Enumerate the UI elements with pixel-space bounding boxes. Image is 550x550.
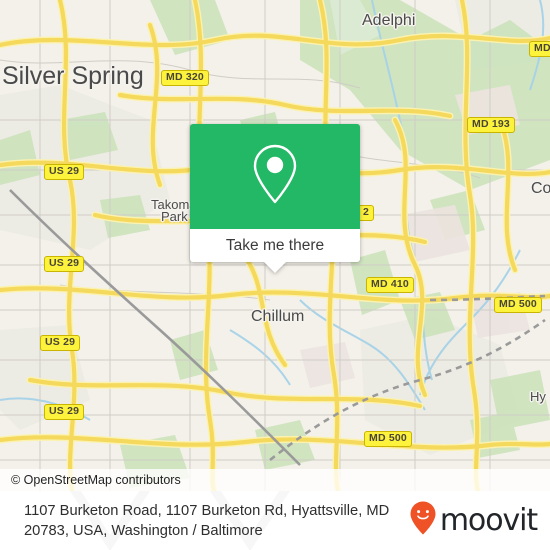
road-shield: US 29 (44, 404, 85, 420)
take-me-there-button[interactable]: Take me there (190, 229, 360, 262)
moovit-logo[interactable]: moovit (410, 501, 538, 540)
road-shield: US 29 (44, 164, 85, 180)
callout-tail (264, 262, 286, 273)
place-label: Co (531, 180, 550, 197)
place-label: Hy (530, 389, 546, 404)
road-shield: MD 500 (364, 431, 412, 447)
map-attribution: © OpenStreetMap contributors (0, 469, 550, 491)
road-shield: US 29 (40, 335, 81, 351)
road-shield: US 29 (44, 256, 85, 272)
footer-bar: 1107 Burketon Road, 1107 Burketon Rd, Hy… (0, 491, 550, 550)
road-shield: MD 500 (494, 297, 542, 313)
moovit-smiley-pin-icon (410, 501, 436, 540)
road-shield: MD 193 (467, 117, 515, 133)
take-me-there-label: Take me there (225, 236, 325, 254)
attribution-text: © OpenStreetMap contributors (11, 473, 181, 487)
road-shield: 2 (358, 205, 375, 221)
road-shield: MD 410 (366, 277, 414, 293)
place-label: Chillum (251, 308, 305, 325)
place-label: Park (161, 209, 188, 224)
location-pin-icon (249, 141, 301, 212)
address-text: 1107 Burketon Road, 1107 Burketon Rd, Hy… (24, 502, 390, 539)
place-label: Silver Spring (2, 62, 144, 90)
map-screenshot: MD 320 MD 193 MD US 29 US 29 US 29 US 29… (0, 0, 550, 550)
moovit-wordmark: moovit (439, 503, 538, 538)
place-label: Adelphi (362, 12, 416, 29)
location-callout-card[interactable]: Take me there (190, 124, 360, 273)
road-shield: MD 320 (161, 70, 209, 86)
road-shield: MD (529, 41, 550, 57)
callout-pin-panel (190, 124, 360, 229)
